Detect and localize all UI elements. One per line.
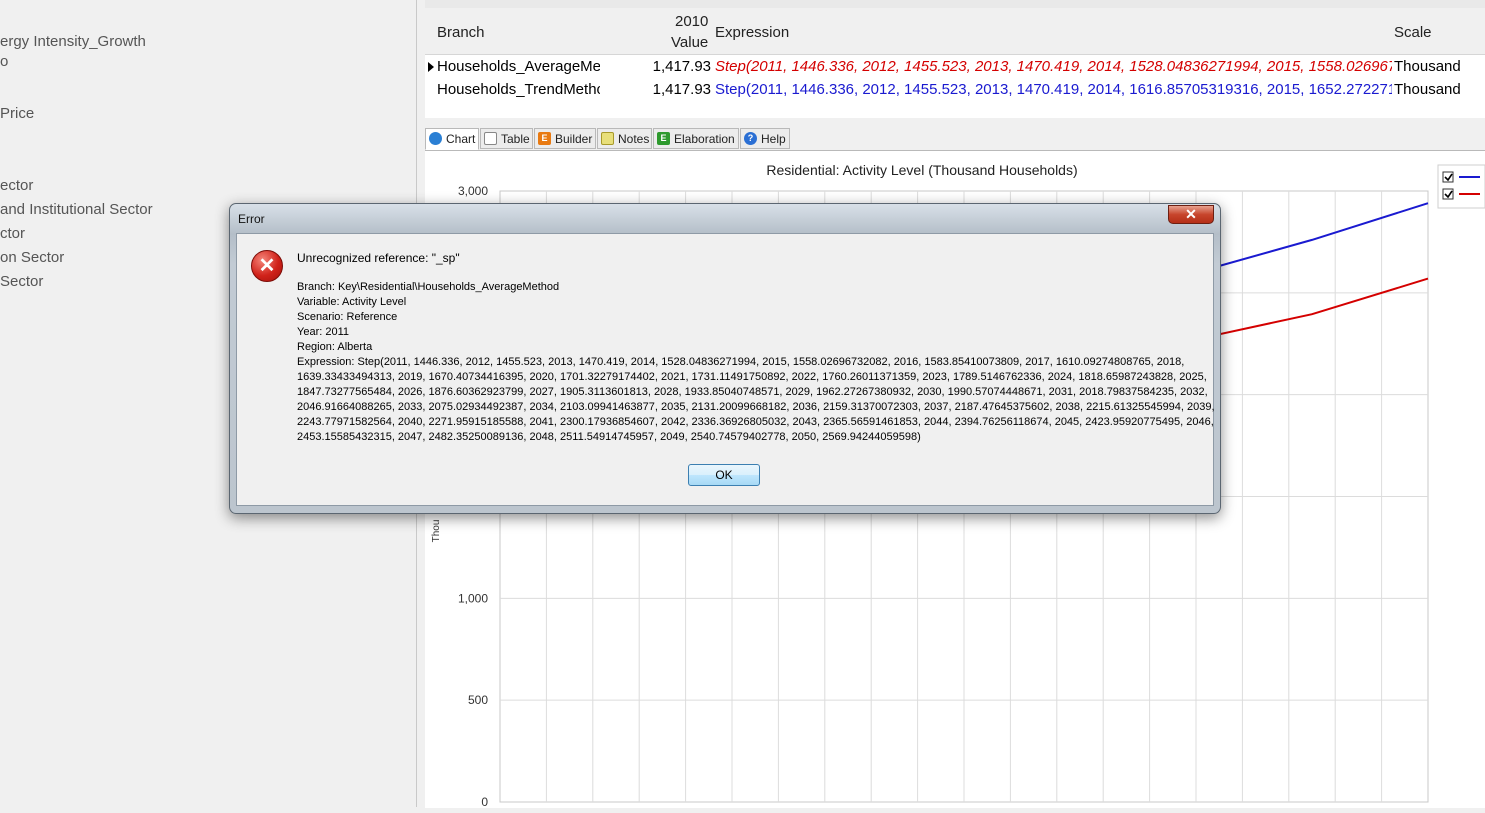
row-branch[interactable]: Households_AverageMethod — [437, 58, 600, 75]
builder-icon: E — [538, 132, 551, 145]
error-variable: Variable: Activity Level — [297, 296, 407, 308]
tab-label: Help — [761, 132, 786, 146]
row-scale[interactable]: Thousand — [1394, 58, 1484, 75]
row-value[interactable]: 1,417.93 — [601, 58, 711, 75]
tab-builder[interactable]: E Builder — [534, 128, 596, 149]
tab-label: Notes — [618, 132, 650, 146]
row-selected-indicator-icon — [428, 62, 434, 72]
tab-label: Builder — [555, 132, 593, 146]
help-icon: ? — [744, 132, 757, 145]
chart-legend — [1437, 164, 1485, 209]
row-branch[interactable]: Households_TrendMethod — [437, 81, 600, 98]
tree-item-partial[interactable]: o — [0, 53, 8, 70]
header-scale[interactable]: Scale — [1394, 24, 1432, 41]
tree-item-sector[interactable]: ector — [0, 177, 33, 194]
row-scale[interactable]: Thousand — [1394, 81, 1484, 98]
header-branch[interactable]: Branch — [437, 24, 485, 41]
tree-item-on-sector[interactable]: on Sector — [0, 249, 64, 266]
header-year[interactable]: 2010 — [675, 13, 708, 30]
tab-label: Table — [501, 132, 530, 146]
tree-item-sector-2[interactable]: Sector — [0, 273, 43, 290]
grid-row[interactable]: Households_AverageMethod 1,417.93 Step(2… — [425, 56, 1485, 79]
row-value[interactable]: 1,417.93 — [601, 81, 711, 98]
error-expression-line: 1639.33433494313, 2019, 1670.40734416395… — [297, 371, 1207, 383]
tab-elaboration[interactable]: E Elaboration — [653, 128, 739, 149]
error-branch: Branch: Key\Residential\Households_Avera… — [297, 281, 560, 293]
dialog-close-button[interactable]: ✕ — [1168, 205, 1214, 224]
error-expression-line: 2046.91664088265, 2033, 2075.02934492387… — [297, 401, 1215, 413]
tab-label: Chart — [446, 132, 476, 146]
error-dialog: Error ✕ ✕ Unrecognized reference: "_sp" … — [229, 203, 1221, 514]
row-expression[interactable]: Step(2011, 1446.336, 2012, 1455.523, 201… — [715, 81, 1392, 98]
y-tick-label: 500 — [468, 693, 488, 707]
dialog-title: Error — [238, 212, 265, 226]
tree-item-ctor[interactable]: ctor — [0, 225, 25, 242]
error-expression-line: 2453.15585432315, 2047, 2482.35250089136… — [297, 431, 921, 443]
tab-chart[interactable]: Chart — [425, 128, 479, 150]
y-tick-label: 0 — [481, 795, 488, 808]
view-tabs: Chart Table E Builder Notes E Elaboratio… — [425, 128, 1485, 150]
dialog-body: ✕ Unrecognized reference: "_sp" Branch: … — [236, 233, 1215, 506]
tree-item-energy-intensity-growth[interactable]: ergy Intensity_Growth — [0, 33, 146, 50]
expression-grid: Branch 2010 Value Expression Scale House… — [425, 8, 1485, 118]
elaboration-icon: E — [657, 132, 670, 145]
grid-header: Branch 2010 Value Expression Scale — [425, 8, 1485, 55]
tree-item-institutional-sector[interactable]: and Institutional Sector — [0, 201, 153, 218]
error-year: Year: 2011 — [297, 326, 349, 338]
error-region: Region: Alberta — [297, 341, 373, 353]
notes-icon — [601, 132, 614, 145]
error-expression-line: 1847.73277565484, 2026, 1876.60362923799… — [297, 386, 1208, 398]
tab-label: Elaboration — [674, 132, 735, 146]
error-scenario: Scenario: Reference — [297, 311, 398, 323]
tree-item-price[interactable]: Price — [0, 105, 34, 122]
error-message: Unrecognized reference: "_sp" — [297, 251, 460, 265]
chart-icon — [429, 132, 442, 145]
row-expression[interactable]: Step(2011, 1446.336, 2012, 1455.523, 201… — [715, 58, 1392, 75]
y-axis-label: Thou — [431, 520, 442, 543]
header-value[interactable]: Value — [671, 34, 708, 51]
tab-notes[interactable]: Notes — [597, 128, 652, 149]
ok-button[interactable]: OK — [688, 464, 760, 486]
header-expression[interactable]: Expression — [715, 24, 789, 41]
error-expression-line: 2243.77971582564, 2040, 2271.95915185588… — [297, 416, 1214, 428]
close-icon: ✕ — [1185, 206, 1197, 222]
error-expression-line: Expression: Step(2011, 1446.336, 2012, 1… — [297, 356, 1185, 368]
grid-spacer — [425, 118, 1485, 126]
y-tick-label: 3,000 — [458, 184, 488, 198]
table-icon — [484, 132, 497, 145]
grid-row[interactable]: Households_TrendMethod 1,417.93 Step(201… — [425, 79, 1485, 102]
tab-table[interactable]: Table — [480, 128, 533, 149]
chart-title: Residential: Activity Level (Thousand Ho… — [766, 162, 1077, 178]
y-tick-label: 1,000 — [458, 591, 488, 605]
tab-help[interactable]: ? Help — [740, 128, 790, 149]
error-icon: ✕ — [251, 250, 283, 282]
